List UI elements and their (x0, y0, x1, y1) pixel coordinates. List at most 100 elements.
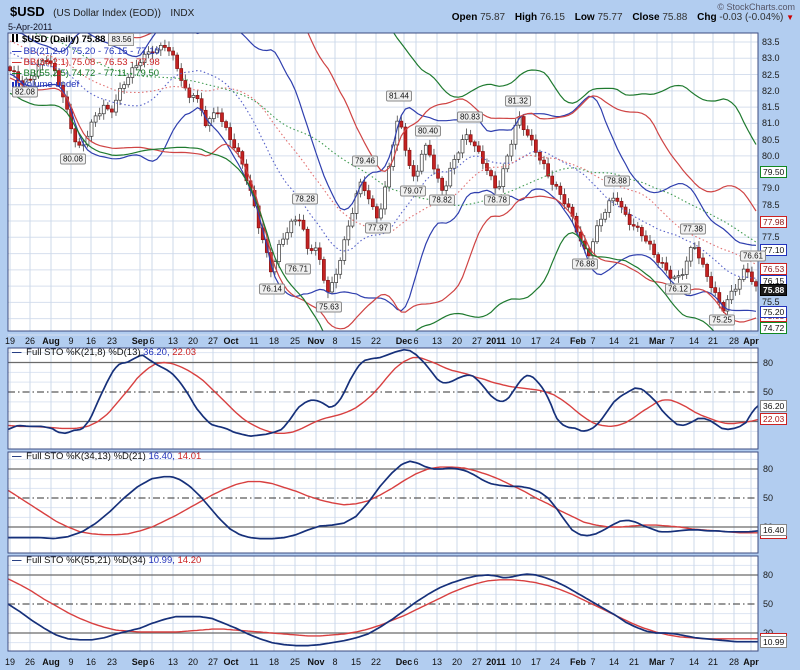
candle-up (347, 226, 350, 240)
candle-up (388, 167, 391, 187)
date-tick-bottom: 14 (689, 657, 699, 667)
candle-up (192, 95, 195, 97)
date-tick-bottom: 6 (149, 657, 154, 667)
price-flag: 79.50 (760, 166, 787, 178)
candle-down (196, 95, 199, 98)
price-annotation-flag: 81.44 (386, 91, 412, 102)
price-annotation-flag: 81.32 (505, 96, 531, 107)
price-axis-label: 83.5 (762, 37, 780, 47)
candle-up (514, 125, 517, 144)
change-label: Chg (697, 12, 716, 23)
candle-down (106, 105, 109, 109)
price-legend-text: $USD (Daily) 75.88 (22, 34, 105, 45)
date-tick-top: Nov (307, 336, 324, 346)
candle-up (90, 122, 93, 136)
candle-up (730, 291, 733, 300)
date-tick-top: 28 (729, 336, 739, 346)
sto3-legend: — Full STO %K(55,21) %D(34) 10.99, 14.20 (12, 555, 201, 566)
candle-up (282, 239, 285, 244)
candle-up (453, 159, 456, 168)
candle-down (400, 121, 403, 127)
price-annotation-flag: 76.14 (259, 284, 285, 295)
candle-up (335, 274, 338, 282)
candle-up (685, 261, 688, 274)
candle-down (640, 227, 643, 235)
date-tick-top: 20 (452, 336, 462, 346)
date-tick-top: 13 (168, 336, 178, 346)
sto-k-flag: 16.40 (760, 524, 787, 536)
candle-down (110, 109, 113, 112)
low-value: 75.77 (598, 12, 623, 23)
candle-down (74, 129, 77, 142)
price-flag: 75.20 (760, 306, 787, 318)
candle-down (530, 135, 533, 140)
candle-up (689, 248, 692, 262)
candle-down (216, 113, 219, 114)
date-tick-bottom: 13 (168, 657, 178, 667)
instrument-name: (US Dollar Index (EOD)) (53, 8, 161, 19)
date-tick-top: 9 (68, 336, 73, 346)
candle-down (302, 220, 305, 229)
price-annotation-flag: 80.08 (60, 154, 86, 165)
price-annotation-flag: 75.25 (709, 315, 735, 326)
candle-down (653, 244, 656, 255)
date-tick-top: 7 (669, 336, 674, 346)
date-tick-top: 8 (332, 336, 337, 346)
ticker-symbol: $USD (10, 4, 45, 19)
candle-down (408, 150, 411, 165)
sto2-legend: — Full STO %K(34,13) %D(21) 16.40, 14.01 (12, 451, 201, 462)
candle-up (457, 153, 460, 159)
date-tick-bottom: 21 (629, 657, 639, 667)
candle-down (229, 128, 232, 140)
candle-down (326, 280, 329, 292)
date-tick-bottom: 9 (68, 657, 73, 667)
candle-up (673, 277, 676, 278)
candle-down (526, 130, 529, 136)
price-annotation-flag: 78.78 (484, 195, 510, 206)
date-tick-top: Oct (223, 336, 238, 346)
price-annotation-flag: 80.83 (457, 112, 483, 123)
bb55-legend-text: BB(55,2.5) 74.72 - 77.11 - 79.50 (24, 68, 160, 79)
sto1-legend: — Full STO %K(21,8) %D(13) 36.20, 22.03 (12, 347, 196, 358)
candle-down (669, 270, 672, 278)
date-tick-top: Mar (649, 336, 665, 346)
sto-axis-label: 50 (763, 493, 773, 503)
candle-up (420, 154, 423, 171)
line-swatch-icon: — (12, 555, 22, 566)
candle-down (710, 277, 713, 288)
candle-up (94, 116, 97, 122)
date-tick-bottom: 16 (86, 657, 96, 667)
price-annotation-flag: 78.82 (429, 195, 455, 206)
candle-down (375, 207, 378, 218)
candle-down (649, 241, 652, 244)
candle-up (506, 156, 509, 169)
price-annotation-flag: 76.12 (665, 284, 691, 295)
candle-down (469, 135, 472, 142)
legend-line-bb55: —BB(55,2.5) 74.72 - 77.11 - 79.50 (12, 68, 160, 79)
date-tick-bottom: Nov (307, 657, 324, 667)
candle-down (490, 171, 493, 176)
candle-down (706, 264, 709, 276)
date-tick-top: 14 (689, 336, 699, 346)
date-tick-bottom: 6 (413, 657, 418, 667)
date-tick-top: 20 (188, 336, 198, 346)
date-tick-bottom: 22 (371, 657, 381, 667)
open-label: Open (452, 12, 478, 23)
date-tick-top: 11 (249, 336, 258, 346)
candle-up (608, 201, 611, 213)
date-tick-top: 25 (290, 336, 300, 346)
date-tick-top: 6 (149, 336, 154, 346)
candle-down (555, 184, 558, 186)
candle-down (367, 191, 370, 199)
candle-down (371, 199, 374, 207)
line-swatch-icon: — (12, 347, 22, 358)
date-tick-top: Feb (570, 336, 586, 346)
price-axis-label: 80.5 (762, 135, 780, 145)
date-tick-bottom: Feb (570, 657, 586, 667)
candle-down (494, 176, 497, 188)
date-tick-bottom: 10 (511, 657, 521, 667)
sto3-k-value: 10.99, (148, 555, 174, 566)
copyright-label: © StockCharts.com (717, 2, 795, 12)
date-tick-top: 10 (511, 336, 521, 346)
candle-up (596, 226, 599, 242)
